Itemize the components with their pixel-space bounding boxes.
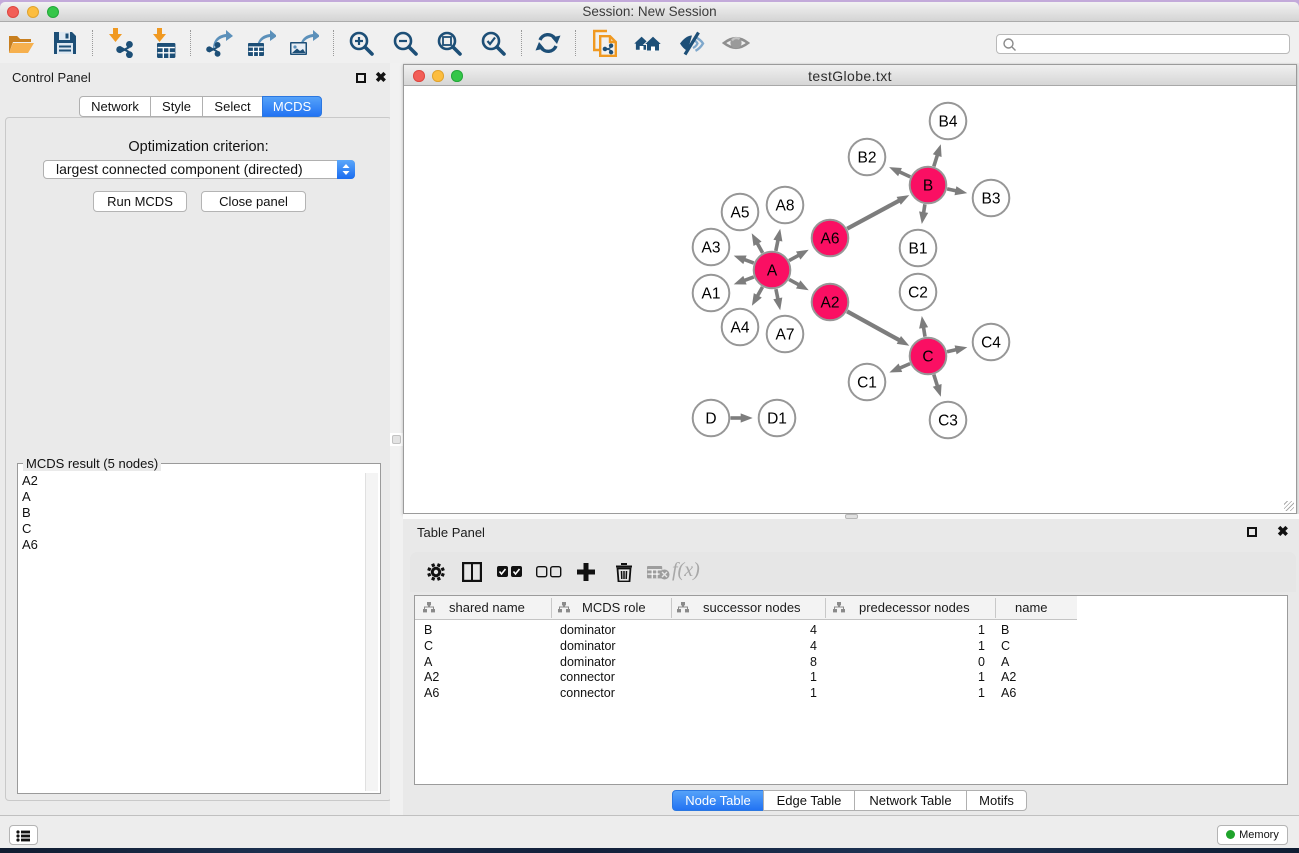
svg-text:A4: A4 bbox=[731, 320, 750, 337]
svg-text:A6: A6 bbox=[821, 231, 840, 248]
svg-text:C4: C4 bbox=[981, 335, 1001, 352]
svg-text:B1: B1 bbox=[909, 241, 928, 258]
svg-text:A1: A1 bbox=[702, 286, 721, 303]
svg-text:B2: B2 bbox=[858, 150, 877, 167]
svg-text:A2: A2 bbox=[821, 295, 840, 312]
svg-text:C2: C2 bbox=[908, 285, 928, 302]
svg-text:B: B bbox=[923, 178, 933, 195]
svg-text:D: D bbox=[705, 411, 716, 428]
svg-text:D1: D1 bbox=[767, 411, 787, 428]
svg-text:C3: C3 bbox=[938, 413, 958, 430]
svg-text:A5: A5 bbox=[731, 205, 750, 222]
svg-text:A7: A7 bbox=[776, 327, 795, 344]
svg-text:B4: B4 bbox=[939, 114, 958, 131]
svg-text:C: C bbox=[922, 349, 933, 366]
svg-text:A3: A3 bbox=[702, 240, 721, 257]
svg-text:B3: B3 bbox=[982, 191, 1001, 208]
svg-text:C1: C1 bbox=[857, 375, 877, 392]
svg-text:A: A bbox=[767, 263, 778, 280]
svg-text:A8: A8 bbox=[776, 198, 795, 215]
